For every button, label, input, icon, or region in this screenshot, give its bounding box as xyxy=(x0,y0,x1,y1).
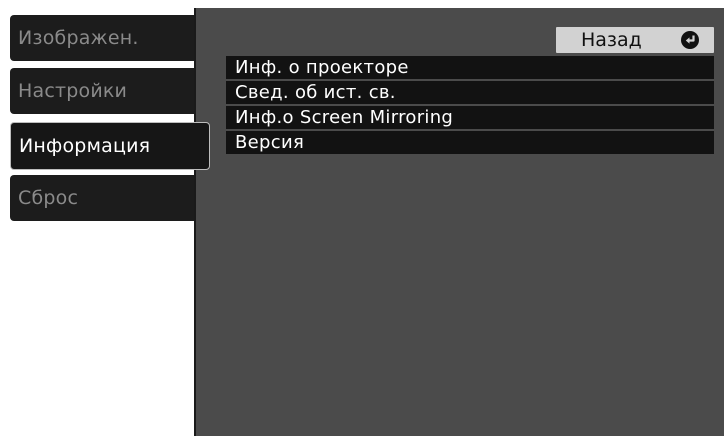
menu-item-label: Свед. об ист. св. xyxy=(235,82,396,103)
menu-item-label: Инф.о Screen Mirroring xyxy=(235,107,454,128)
tab-reset[interactable]: Сброс xyxy=(10,175,202,221)
menu-item-label: Инф. о проекторе xyxy=(235,57,409,78)
tab-information[interactable]: Информация xyxy=(10,122,210,170)
tab-settings[interactable]: Настройки xyxy=(10,68,202,114)
back-button-label: Назад xyxy=(581,29,642,51)
back-button[interactable]: Назад xyxy=(556,27,714,53)
tab-image[interactable]: Изображен. xyxy=(10,15,202,61)
tab-settings-label: Настройки xyxy=(18,80,128,102)
menu-item-projector-info[interactable]: Инф. о проекторе xyxy=(226,56,714,79)
menu-item-light-source-info[interactable]: Свед. об ист. св. xyxy=(226,81,714,104)
information-menu: Инф. о проекторе Свед. об ист. св. Инф.о… xyxy=(226,56,714,156)
tab-information-label: Информация xyxy=(19,135,151,157)
back-arrow-circle-icon xyxy=(681,31,699,49)
menu-item-label: Версия xyxy=(235,132,305,153)
menu-item-version[interactable]: Версия xyxy=(226,131,714,154)
tab-reset-label: Сброс xyxy=(18,187,79,209)
projector-menu-screen: Изображен. Настройки Информация Сброс На… xyxy=(2,2,724,436)
tab-image-label: Изображен. xyxy=(18,27,139,49)
menu-item-screen-mirroring-info[interactable]: Инф.о Screen Mirroring xyxy=(226,106,714,129)
information-panel: Назад Инф. о проекторе Свед. об ист. св.… xyxy=(194,8,724,436)
